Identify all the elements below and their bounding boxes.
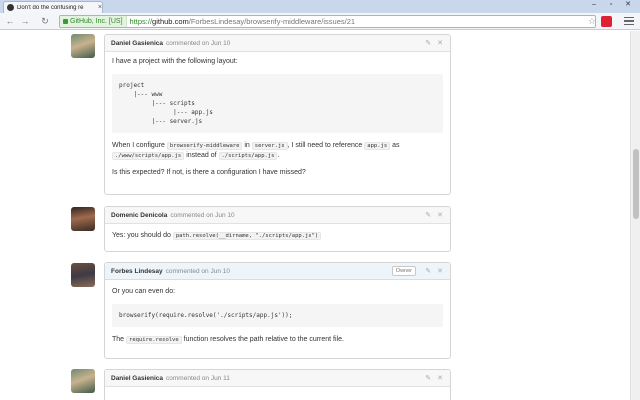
comment: Domenic Denicola commented on Jun 10 ✎ ✕… — [104, 206, 451, 252]
code-block: project |--- www |--- scripts |--- app.j… — [112, 74, 443, 133]
browser-toolbar: ← → ↻ GitHub, Inc. [US] https://github.c… — [0, 13, 640, 30]
avatar[interactable] — [71, 34, 95, 58]
url-text[interactable]: https://github.com/ForbesLindesay/browse… — [127, 17, 356, 26]
forward-icon[interactable]: → — [19, 15, 31, 27]
comment-header: Daniel Gasienica commented on Jun 10 ✎ ✕ — [105, 35, 450, 52]
inline-code: path.resolve(__dirname, "./scripts/app.j… — [172, 232, 322, 240]
ev-label: GitHub, Inc. [US] — [70, 18, 123, 25]
edit-icon[interactable]: ✎ — [425, 374, 431, 382]
comment-text: When I configure browserify-middleware i… — [112, 142, 400, 160]
minimize-button[interactable]: – — [586, 0, 602, 9]
inline-code: ./www/scripts/app.js — [112, 152, 185, 160]
url-host: github.com — [152, 17, 189, 26]
comment-text: The require.resolve function resolves th… — [112, 336, 344, 344]
code-block: browserify(require.resolve('./scripts/ap… — [112, 304, 443, 327]
comment-body: I have a project with the following layo… — [105, 52, 450, 190]
comment: Daniel Gasienica commented on Jun 11 ✎ ✕ — [104, 369, 451, 400]
inline-code: require.resolve — [126, 336, 182, 344]
page-scrollbar[interactable] — [630, 31, 640, 400]
comment-text: Is this expected? If not, is there a con… — [112, 169, 306, 176]
extension-icon[interactable] — [601, 16, 612, 27]
issue-page: Daniel Gasienica commented on Jun 10 ✎ ✕… — [0, 31, 630, 400]
comment: Forbes Lindesay commented on Jun 10 Owne… — [104, 262, 451, 359]
comment-author[interactable]: Forbes Lindesay — [111, 268, 163, 275]
url-path: /ForbesLindesay/browserify-middleware/is… — [188, 17, 356, 26]
comment-text: Or you can even do: — [112, 288, 176, 295]
github-favicon-icon — [7, 4, 14, 11]
inline-code: app.js — [364, 142, 391, 150]
comment-author[interactable]: Domenic Denicola — [111, 212, 167, 219]
tab-strip: Don't do the confusing re × – ▫ ✕ — [0, 0, 640, 13]
comment-header: Daniel Gasienica commented on Jun 11 ✎ ✕ — [105, 370, 450, 387]
tab-close-icon[interactable]: × — [98, 4, 102, 11]
inline-code: ./scripts/app.js — [218, 152, 278, 160]
comment-text: Yes: you should do path.resolve(__dirnam… — [112, 231, 443, 241]
comment-meta[interactable]: commented on Jun 10 — [166, 40, 230, 47]
delete-icon[interactable]: ✕ — [437, 267, 443, 275]
comment-header: Domenic Denicola commented on Jun 10 ✎ ✕ — [105, 207, 450, 224]
browser-tab[interactable]: Don't do the confusing re × — [3, 1, 103, 13]
inline-code: server.js — [251, 142, 288, 150]
scrollbar-thumb[interactable] — [633, 149, 639, 219]
edit-icon[interactable]: ✎ — [425, 267, 431, 275]
comment: Daniel Gasienica commented on Jun 10 ✎ ✕… — [104, 34, 451, 195]
address-bar[interactable]: GitHub, Inc. [US] https://github.com/For… — [59, 15, 596, 28]
edit-icon[interactable]: ✎ — [425, 39, 431, 47]
comment-meta[interactable]: commented on Jun 11 — [166, 375, 230, 382]
avatar[interactable] — [71, 207, 95, 231]
delete-icon[interactable]: ✕ — [437, 374, 443, 382]
comment-author[interactable]: Daniel Gasienica — [111, 375, 163, 382]
lock-icon — [63, 19, 68, 24]
avatar[interactable] — [71, 263, 95, 287]
comment-body: Or you can even do: browserify(require.r… — [105, 280, 450, 357]
delete-icon[interactable]: ✕ — [437, 39, 443, 47]
tab-title: Don't do the confusing re — [17, 4, 84, 11]
owner-badge: Owner — [391, 266, 416, 276]
back-icon[interactable]: ← — [4, 15, 16, 27]
comment-meta[interactable]: commented on Jun 10 — [166, 268, 230, 275]
comment-meta[interactable]: commented on Jun 10 — [170, 212, 234, 219]
restore-button[interactable]: ▫ — [603, 0, 619, 9]
avatar[interactable] — [71, 369, 95, 393]
comment-text: I have a project with the following layo… — [112, 58, 238, 65]
bookmark-star-icon[interactable]: ☆ — [588, 16, 596, 27]
inline-code: browserify-middleware — [166, 142, 243, 150]
comment-header: Forbes Lindesay commented on Jun 10 Owne… — [105, 263, 450, 280]
url-scheme: https:// — [129, 17, 153, 26]
window-close-button[interactable]: ✕ — [620, 0, 636, 9]
delete-icon[interactable]: ✕ — [437, 211, 443, 219]
ev-certificate-badge[interactable]: GitHub, Inc. [US] — [60, 16, 127, 27]
chrome-menu-icon[interactable] — [624, 15, 634, 27]
comment-body: Yes: you should do path.resolve(__dirnam… — [105, 224, 450, 253]
comment-author[interactable]: Daniel Gasienica — [111, 40, 163, 47]
edit-icon[interactable]: ✎ — [425, 211, 431, 219]
reload-icon[interactable]: ↻ — [39, 15, 51, 27]
